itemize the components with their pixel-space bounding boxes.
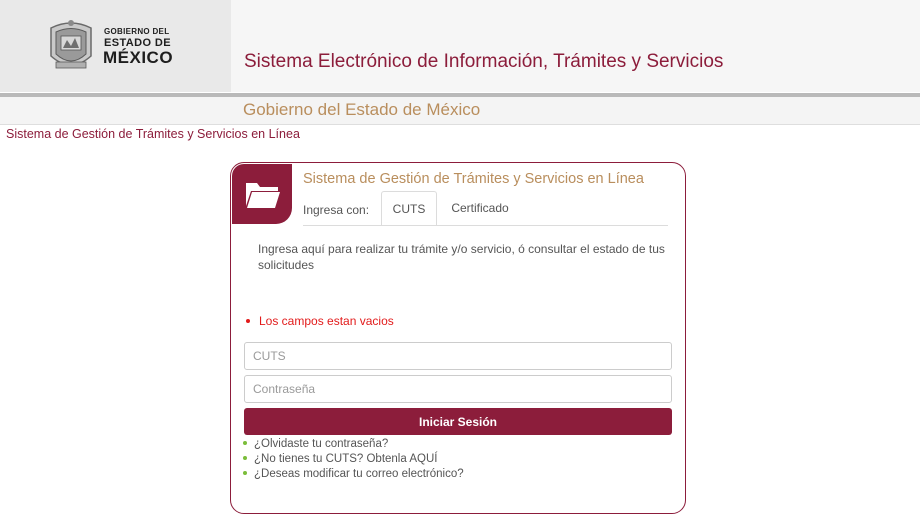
subheader-title: Gobierno del Estado de México	[243, 100, 481, 119]
breadcrumb: Sistema de Gestión de Trámites y Servici…	[6, 127, 300, 141]
folder-badge	[232, 164, 292, 224]
help-links: ¿Olvidaste tu contraseña? ¿No tienes tu …	[243, 437, 464, 482]
bullet-icon	[243, 470, 247, 475]
logo[interactable]: GOBIERNO DEL ESTADO DE MÉXICO	[0, 0, 231, 92]
login-card: Sistema de Gestión de Trámites y Servici…	[230, 162, 686, 514]
get-cuts-link[interactable]: ¿No tienes tu CUTS? Obtenla AQUÍ	[254, 453, 437, 465]
instruction-text: Ingresa aquí para realizar tu trámite y/…	[258, 242, 665, 272]
folder-icon	[246, 183, 280, 208]
error-text: Los campos estan vacios	[259, 314, 394, 328]
modify-email-link[interactable]: ¿Deseas modificar tu correo electrónico?	[254, 468, 464, 480]
login-method-label: Ingresa con:	[303, 203, 370, 217]
bullet-icon	[243, 455, 247, 460]
logo-text-line1: GOBIERNO DEL	[104, 27, 170, 36]
login-button[interactable]: Iniciar Sesión	[244, 408, 672, 435]
password-input[interactable]	[244, 375, 672, 403]
cuts-input[interactable]	[244, 342, 672, 370]
bullet-icon	[243, 440, 247, 445]
tab-cuts[interactable]: CUTS	[381, 191, 437, 226]
card-title: Sistema de Gestión de Trámites y Servici…	[303, 171, 644, 187]
error-message: Los campos estan vacios	[246, 314, 394, 328]
error-bullet-icon	[246, 318, 250, 323]
list-item: ¿Olvidaste tu contraseña?	[243, 437, 464, 452]
logo-text-line3: MÉXICO	[103, 48, 174, 67]
site-header: GOBIERNO DEL ESTADO DE MÉXICO Sistema El…	[0, 0, 920, 92]
list-item: ¿Deseas modificar tu correo electrónico?	[243, 467, 464, 482]
forgot-password-link[interactable]: ¿Olvidaste tu contraseña?	[254, 438, 388, 450]
subheader: Gobierno del Estado de México	[0, 97, 920, 125]
site-title: Sistema Electrónico de Información, Trám…	[244, 51, 724, 72]
state-seal-icon	[50, 20, 92, 69]
tabs-divider	[303, 225, 668, 226]
tab-certificado[interactable]: Certificado	[445, 191, 515, 225]
list-item: ¿No tienes tu CUTS? Obtenla AQUÍ	[243, 452, 464, 467]
